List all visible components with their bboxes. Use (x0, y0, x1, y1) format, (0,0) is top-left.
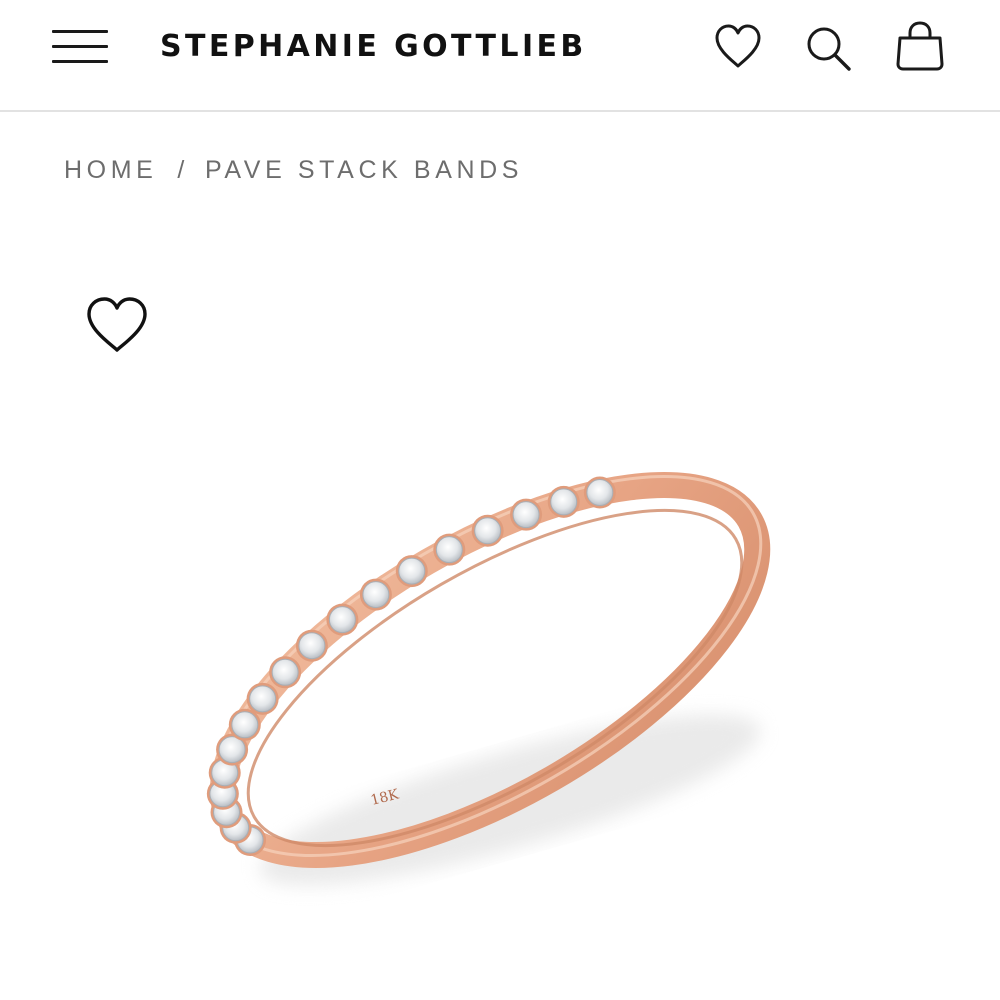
shopping-bag-icon (896, 21, 944, 71)
diamond (474, 517, 502, 545)
ring-illustration: 18K (206, 472, 771, 886)
heart-outline-icon (87, 297, 147, 352)
product-image[interactable]: 18K (150, 440, 850, 960)
product-wishlist-button[interactable] (84, 294, 150, 361)
brand-logo[interactable]: STEPHANIE GOTTLIEB (160, 24, 670, 70)
breadcrumb-separator: / (177, 156, 189, 184)
diamond (271, 658, 299, 686)
diamond (435, 536, 463, 564)
site-header: STEPHANIE GOTTLIEB (0, 0, 1000, 112)
diamond (586, 479, 614, 507)
diamond (218, 736, 246, 764)
diamond (231, 711, 259, 739)
cart-button[interactable] (892, 18, 948, 74)
breadcrumb-home-link[interactable]: HOME (64, 156, 157, 184)
diamond (398, 557, 426, 585)
breadcrumb: HOME / PAVE STACK BANDS (64, 150, 523, 190)
diamond (362, 581, 390, 609)
diamond (550, 488, 578, 516)
search-icon (807, 27, 851, 71)
wishlist-button[interactable] (712, 22, 764, 72)
diamond (249, 685, 277, 713)
diamond (512, 501, 540, 529)
breadcrumb-current-link[interactable]: PAVE STACK BANDS (205, 156, 523, 184)
diamond (298, 632, 326, 660)
search-button[interactable] (802, 22, 856, 74)
heart-icon (715, 24, 761, 68)
diamond (328, 606, 356, 634)
menu-button[interactable] (52, 26, 110, 68)
